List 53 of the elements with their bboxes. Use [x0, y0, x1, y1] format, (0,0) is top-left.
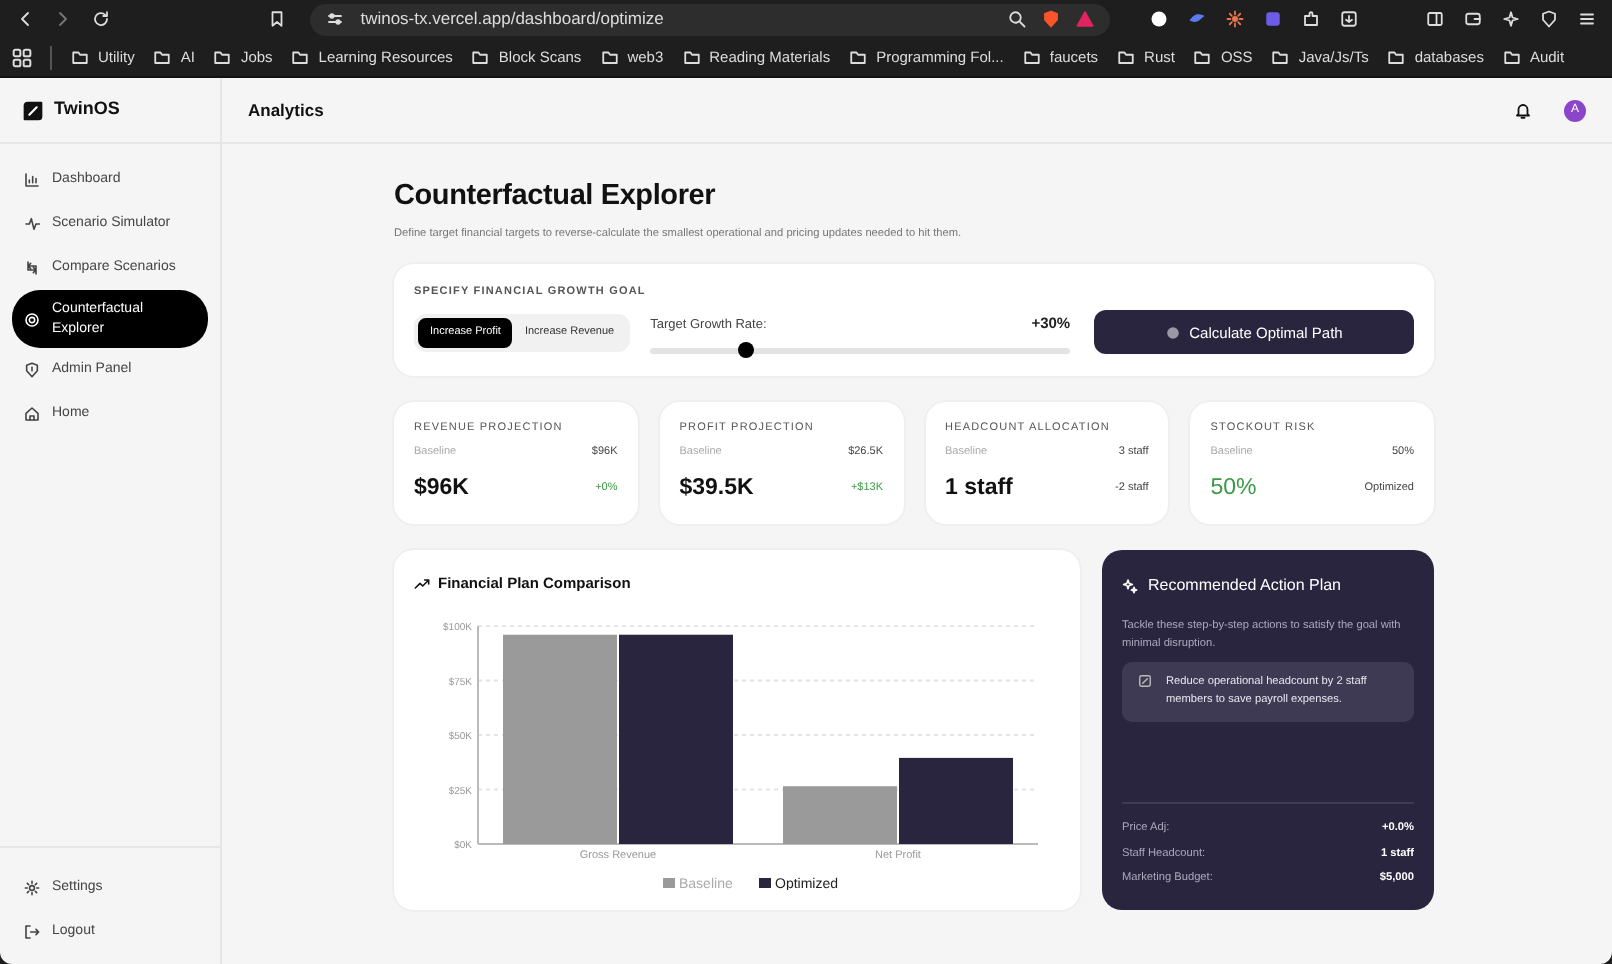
folder-icon	[1192, 48, 1213, 66]
folder-icon	[1501, 48, 1522, 66]
home-icon	[24, 406, 40, 422]
panel-title: Recommended Action Plan	[1148, 574, 1341, 599]
sparkle-icon	[1122, 578, 1138, 595]
legend-swatch	[759, 878, 771, 889]
reload-icon[interactable]	[92, 10, 110, 28]
forward-icon[interactable]	[54, 10, 72, 28]
sun-icon[interactable]	[1226, 10, 1245, 28]
logo-icon	[22, 99, 44, 121]
back-icon[interactable]	[16, 10, 34, 28]
folder-icon	[290, 48, 311, 66]
wallet-icon[interactable]	[1463, 10, 1482, 28]
chart-icon	[24, 172, 40, 188]
kpi-value: $96K	[414, 473, 469, 504]
folder-icon	[1386, 48, 1407, 66]
bookmark-icon[interactable]	[268, 10, 287, 28]
edit-icon	[1138, 673, 1152, 688]
folder-icon	[848, 48, 869, 66]
legend-swatch	[663, 878, 675, 889]
folder-icon	[1270, 48, 1291, 66]
kpi-value: 1 staff	[945, 473, 1013, 504]
folder-icon	[70, 48, 90, 66]
folder-icon	[152, 48, 173, 66]
zoom-icon[interactable]	[1008, 10, 1027, 28]
activity-icon	[24, 216, 40, 232]
sparkle-icon[interactable]	[1501, 10, 1520, 28]
download-icon[interactable]	[1340, 10, 1359, 28]
slider-thumb[interactable]	[738, 341, 755, 358]
folder-icon	[599, 48, 620, 66]
brand-name: TwinOS	[54, 96, 120, 123]
folder-icon	[1021, 48, 1042, 66]
circle-icon	[1165, 325, 1180, 340]
address-bar[interactable]: twinos-tx.vercel.app/dashboard/optimize	[310, 3, 1111, 35]
url-text: twinos-tx.vercel.app/dashboard/optimize	[360, 6, 666, 32]
page-title: Counterfactual Explorer	[394, 178, 718, 216]
kpi-value: 50%	[1210, 473, 1257, 504]
folder-icon	[470, 48, 491, 66]
trend-icon	[414, 575, 430, 592]
shield-icon	[24, 362, 40, 378]
site-settings-icon[interactable]	[326, 10, 345, 28]
folder-icon	[1116, 48, 1137, 66]
apps-icon[interactable]	[12, 47, 32, 67]
target-icon	[24, 311, 40, 327]
folder-icon	[681, 48, 702, 66]
bell-icon[interactable]	[1514, 101, 1532, 119]
kpi-value: $39.5K	[679, 473, 754, 504]
logout-icon	[24, 924, 40, 940]
triangle-icon[interactable]	[1076, 10, 1095, 28]
sidebar-icon[interactable]	[1425, 10, 1444, 28]
folder-icon	[212, 48, 233, 66]
page-header-title: Analytics	[248, 97, 324, 123]
menu-icon[interactable]	[1577, 10, 1596, 28]
